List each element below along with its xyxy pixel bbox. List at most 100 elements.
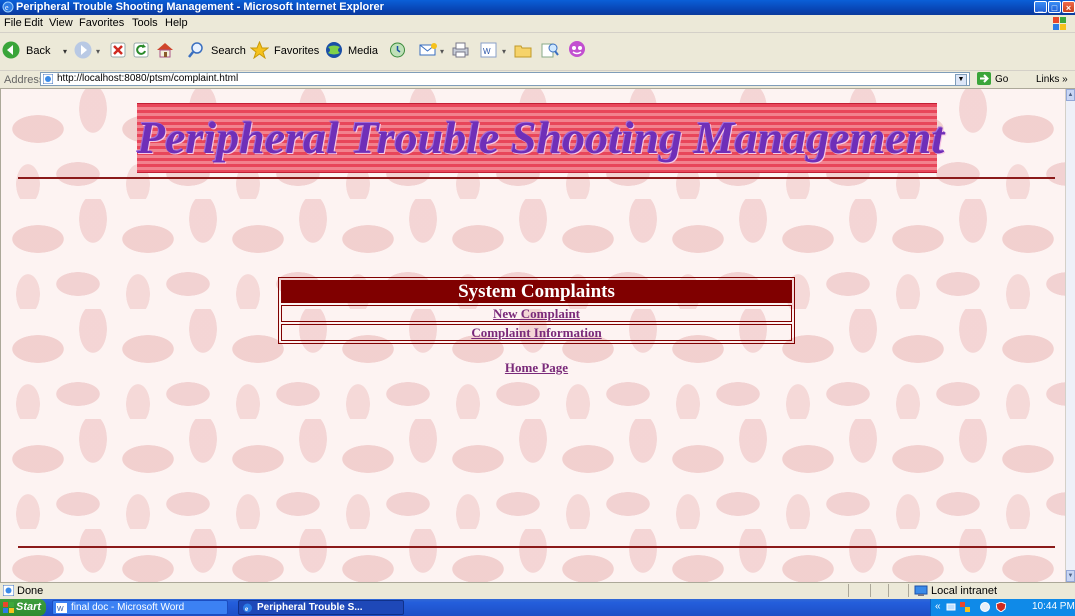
home-page-link-container: Home Page [8, 360, 1065, 376]
svg-text:W: W [483, 47, 491, 56]
go-arrow-icon [977, 72, 991, 85]
back-dropdown-icon[interactable]: ▾ [63, 47, 67, 56]
menu-row-complaint-information: Complaint Information [281, 324, 792, 341]
banner-title: Peripheral Trouble Shooting Management [137, 112, 945, 163]
media-button[interactable]: Media [324, 41, 378, 62]
svg-text:W: W [57, 606, 64, 613]
address-dropdown-icon[interactable]: ▼ [955, 74, 967, 86]
forward-dropdown-icon[interactable]: ▾ [96, 47, 100, 56]
menu-tools[interactable]: Tools [132, 17, 158, 29]
messenger-icon[interactable] [567, 40, 587, 59]
svg-text:e: e [245, 605, 248, 613]
status-separator [908, 584, 909, 597]
back-arrow-icon [2, 41, 20, 59]
search-label: Search [211, 45, 246, 57]
favorites-label: Favorites [274, 45, 320, 57]
taskbar-ie-window[interactable]: e Peripheral Trouble S... [238, 600, 404, 615]
system-tray: « 10:44 PM [930, 599, 1075, 616]
media-label: Media [348, 45, 378, 57]
taskbar-word-label: final doc - Microsoft Word [71, 602, 185, 613]
print-icon[interactable] [451, 41, 470, 58]
taskbar: Start W final doc - Microsoft Word e Per… [0, 599, 1075, 616]
clock: 10:44 PM [1032, 601, 1075, 612]
status-separator [888, 584, 889, 597]
volume-icon[interactable] [980, 602, 990, 612]
status-separator [848, 584, 849, 597]
refresh-icon[interactable] [133, 42, 149, 58]
security-shield-icon[interactable] [996, 602, 1006, 612]
window-title: Peripheral Trouble Shooting Management -… [16, 1, 384, 13]
bottom-divider [18, 546, 1055, 548]
page-content: Peripheral Trouble Shooting Management S… [8, 89, 1065, 582]
word-document-icon: W [56, 603, 67, 613]
local-intranet-icon [914, 585, 928, 596]
taskbar-word-window[interactable]: W final doc - Microsoft Word [52, 600, 228, 615]
status-bar: Done Local intranet [0, 582, 1075, 599]
menu-bar: File Edit View Favorites Tools Help [0, 15, 1075, 33]
mail-icon[interactable] [419, 42, 439, 58]
start-label: Start [16, 601, 42, 613]
go-label: Go [995, 74, 1009, 85]
security-zone: Local intranet [931, 585, 998, 597]
windows-flag-icon [3, 602, 14, 613]
menu-view[interactable]: View [49, 17, 73, 29]
network-icon[interactable] [946, 602, 956, 612]
status-text: Done [17, 585, 44, 597]
toolbar: Back ▾ ▾ Search Favorites Media ▾ W ▾ [0, 33, 1075, 71]
menu-file[interactable]: File [4, 17, 22, 29]
mail-dropdown-icon[interactable]: ▾ [440, 47, 444, 56]
address-bar: Address http://localhost:8080/ptsm/compl… [0, 71, 1075, 89]
search-button[interactable]: Search [187, 41, 246, 62]
start-button[interactable]: Start [0, 599, 46, 616]
maximize-button[interactable]: □ [1048, 1, 1061, 13]
address-label: Address [4, 74, 45, 86]
media-icon [326, 42, 342, 58]
complaint-information-link[interactable]: Complaint Information [471, 325, 601, 340]
back-label: Back [26, 45, 51, 57]
forward-arrow-icon [74, 41, 92, 59]
links-button[interactable]: Links » [1036, 74, 1068, 85]
search-icon [188, 42, 203, 58]
close-button[interactable]: × [1062, 1, 1075, 13]
title-bar: e Peripheral Trouble Shooting Management… [0, 0, 1075, 15]
address-url: http://localhost:8080/ptsm/complaint.htm… [57, 73, 239, 84]
menu-edit[interactable]: Edit [24, 17, 43, 29]
tray-expand-button[interactable]: « [935, 601, 941, 612]
windows-logo-icon [1053, 17, 1066, 30]
history-icon[interactable] [389, 42, 406, 58]
favorites-star-icon [249, 40, 270, 60]
forward-button[interactable] [74, 41, 92, 62]
stop-icon[interactable] [110, 42, 126, 58]
minimize-button[interactable]: _ [1034, 1, 1047, 13]
page-done-icon [3, 585, 14, 596]
menu-help[interactable]: Help [165, 17, 188, 29]
menu-favorites[interactable]: Favorites [79, 17, 124, 29]
complaints-menu: System Complaints New Complaint Complain… [278, 277, 795, 344]
vertical-scrollbar[interactable]: ▲ ▼ [1065, 89, 1075, 582]
network-status-icon[interactable] [960, 602, 970, 612]
scroll-up-icon[interactable]: ▲ [1066, 89, 1075, 101]
folder-icon[interactable] [514, 42, 532, 58]
menu-row-new-complaint: New Complaint [281, 305, 792, 322]
viewport-left-edge [0, 89, 8, 582]
home-page-link[interactable]: Home Page [505, 360, 568, 375]
edit-word-icon[interactable]: W [480, 42, 497, 58]
menu-title: System Complaints [281, 280, 792, 303]
status-separator [870, 584, 871, 597]
new-complaint-link[interactable]: New Complaint [493, 306, 580, 321]
back-button[interactable]: Back [2, 41, 50, 62]
taskbar-ie-label: Peripheral Trouble S... [257, 602, 363, 613]
ie-logo-icon: e [2, 1, 14, 13]
page-icon [43, 74, 53, 84]
edit-dropdown-icon[interactable]: ▾ [502, 47, 506, 56]
top-divider [18, 177, 1055, 179]
scroll-down-icon[interactable]: ▼ [1066, 570, 1075, 582]
ie-task-icon: e [243, 603, 252, 613]
go-button[interactable]: Go [977, 72, 1008, 88]
research-icon[interactable] [540, 41, 559, 58]
home-icon[interactable] [156, 41, 174, 58]
banner: Peripheral Trouble Shooting Management [137, 103, 945, 173]
favorites-button[interactable]: Favorites [249, 40, 319, 62]
svg-text:e: e [5, 3, 9, 12]
address-input[interactable]: http://localhost:8080/ptsm/complaint.htm… [40, 72, 970, 86]
